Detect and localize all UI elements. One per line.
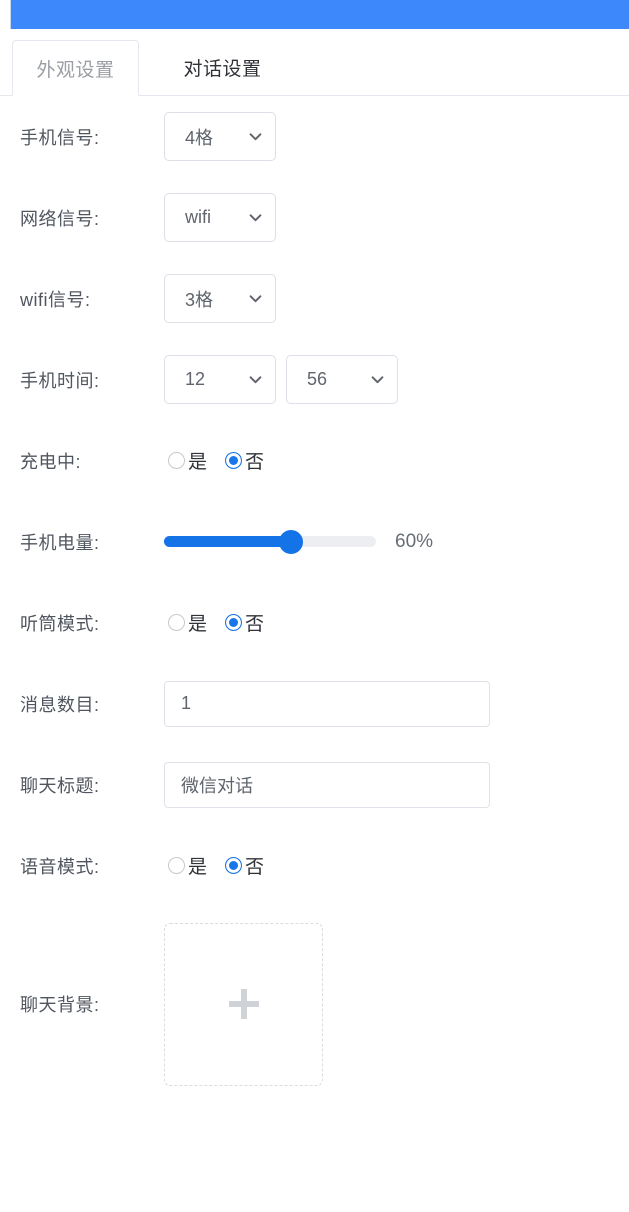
select-wifi-signal[interactable]: 3格 (164, 274, 276, 323)
control-charging: 是 否 (164, 447, 264, 474)
message-count-input[interactable] (164, 680, 490, 727)
chevron-down-icon (249, 211, 262, 224)
radio-group-earpiece-mode: 是 否 (164, 609, 264, 636)
label-voice-mode: 语音模式: (20, 856, 100, 877)
select-phone-signal[interactable]: 4格 (164, 112, 276, 161)
select-network-signal-value: wifi (185, 207, 211, 227)
settings-tabs: 外观设置 对话设置 (0, 40, 629, 96)
tab-appearance-settings-label: 外观设置 (36, 59, 115, 81)
label-charging: 充电中: (20, 451, 82, 472)
select-wifi-signal-value: 3格 (185, 289, 214, 310)
row-chat-title: 聊天标题: (0, 744, 629, 825)
radio-voice-mode-no-label: 否 (245, 857, 265, 878)
control-chat-background (164, 922, 323, 1086)
radio-earpiece-mode-yes-label: 是 (188, 614, 208, 635)
control-network-signal: wifi (164, 193, 286, 242)
label-phone-signal: 手机信号: (20, 127, 100, 148)
app-header-bar (10, 0, 629, 29)
tab-appearance-settings[interactable]: 外观设置 (12, 40, 139, 96)
row-voice-mode: 语音模式: 是 否 (0, 825, 629, 906)
radio-circle-checked-icon (225, 857, 243, 874)
chevron-down-icon (371, 373, 384, 386)
radio-group-charging: 是 否 (164, 447, 264, 474)
radio-earpiece-mode-no[interactable]: 否 (225, 609, 264, 636)
row-earpiece-mode: 听筒模式: 是 否 (0, 582, 629, 663)
radio-charging-no-label: 否 (245, 452, 265, 473)
radio-voice-mode-yes[interactable]: 是 (168, 852, 207, 879)
select-phone-time-hour[interactable]: 12 (164, 355, 276, 404)
radio-charging-yes-label: 是 (188, 452, 208, 473)
plus-icon (228, 989, 259, 1019)
label-earpiece-mode: 听筒模式: (20, 613, 100, 634)
radio-group-voice-mode: 是 否 (164, 852, 264, 879)
label-chat-background: 聊天背景: (20, 995, 100, 1015)
chevron-down-icon (249, 130, 262, 143)
radio-circle-checked-icon (225, 614, 243, 631)
battery-slider-wrap: 60% (164, 529, 434, 554)
row-charging: 充电中: 是 否 (0, 420, 629, 501)
radio-circle-icon (168, 614, 185, 631)
appearance-settings-form: 手机信号: 4格 网络信号: wifi wifi信号: 3格 手机时间: 12 … (0, 96, 629, 1102)
radio-charging-yes[interactable]: 是 (168, 447, 207, 474)
radio-voice-mode-no[interactable]: 否 (225, 852, 264, 879)
label-chat-title: 聊天标题: (20, 775, 100, 796)
radio-circle-icon (168, 857, 185, 874)
control-phone-time: 12 56 (164, 355, 408, 404)
label-phone-time: 手机时间: (20, 370, 100, 391)
select-phone-time-minute[interactable]: 56 (286, 355, 398, 404)
control-earpiece-mode: 是 否 (164, 609, 264, 636)
control-battery: 60% (164, 529, 434, 554)
chat-background-upload-button[interactable] (164, 922, 323, 1086)
control-message-count (164, 680, 490, 727)
row-phone-signal: 手机信号: 4格 (0, 96, 629, 177)
radio-charging-no[interactable]: 否 (225, 447, 264, 474)
tab-conversation-settings-label: 对话设置 (183, 59, 262, 80)
control-chat-title (164, 761, 490, 808)
row-battery: 手机电量: 60% (0, 501, 629, 582)
label-battery: 手机电量: (20, 532, 100, 553)
radio-earpiece-mode-no-label: 否 (245, 614, 265, 635)
select-network-signal[interactable]: wifi (164, 193, 276, 242)
battery-percent-value: 60% (395, 530, 434, 552)
control-wifi-signal: 3格 (164, 274, 286, 323)
battery-slider-thumb[interactable] (279, 529, 304, 554)
select-phone-signal-value: 4格 (185, 127, 214, 148)
radio-circle-checked-icon (225, 452, 243, 469)
chat-title-input[interactable] (164, 761, 490, 808)
radio-circle-icon (168, 452, 185, 469)
row-phone-time: 手机时间: 12 56 (0, 339, 629, 420)
battery-slider-fill (164, 536, 292, 547)
select-phone-time-hour-value: 12 (185, 369, 206, 389)
label-message-count: 消息数目: (20, 694, 100, 715)
tab-conversation-settings[interactable]: 对话设置 (145, 40, 300, 96)
label-network-signal: 网络信号: (20, 208, 100, 229)
chevron-down-icon (249, 373, 262, 386)
control-voice-mode: 是 否 (164, 852, 264, 879)
row-message-count: 消息数目: (0, 663, 629, 744)
radio-earpiece-mode-yes[interactable]: 是 (168, 609, 207, 636)
chevron-down-icon (249, 292, 262, 305)
row-network-signal: 网络信号: wifi (0, 177, 629, 258)
control-phone-signal: 4格 (164, 112, 286, 161)
row-chat-background: 聊天背景: (0, 906, 629, 1102)
radio-voice-mode-yes-label: 是 (188, 857, 208, 878)
row-wifi-signal: wifi信号: 3格 (0, 258, 629, 339)
battery-slider-track[interactable] (164, 529, 376, 554)
label-wifi-signal: wifi信号: (20, 289, 91, 310)
select-phone-time-minute-value: 56 (307, 369, 328, 389)
